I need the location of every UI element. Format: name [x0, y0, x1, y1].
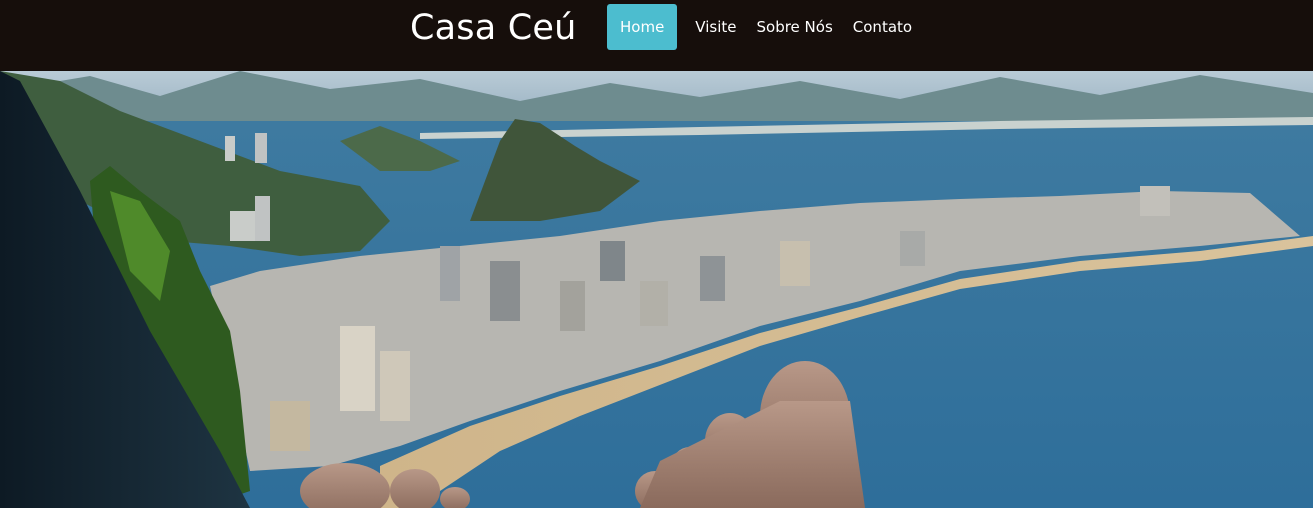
- main-nav: Home Visite Sobre Nós Contato: [607, 4, 922, 50]
- nav-item-contato[interactable]: Contato: [843, 4, 922, 50]
- hero-scene: [0, 71, 1313, 508]
- nav-item-home[interactable]: Home: [607, 4, 678, 50]
- hero-image: [0, 71, 1313, 508]
- nav-item-sobre-nos[interactable]: Sobre Nós: [747, 4, 843, 50]
- nav-item-visite[interactable]: Visite: [685, 4, 746, 50]
- brand-logo[interactable]: Casa Ceú: [410, 6, 576, 50]
- top-navbar: Casa Ceú Home Visite Sobre Nós Contato: [0, 0, 1313, 71]
